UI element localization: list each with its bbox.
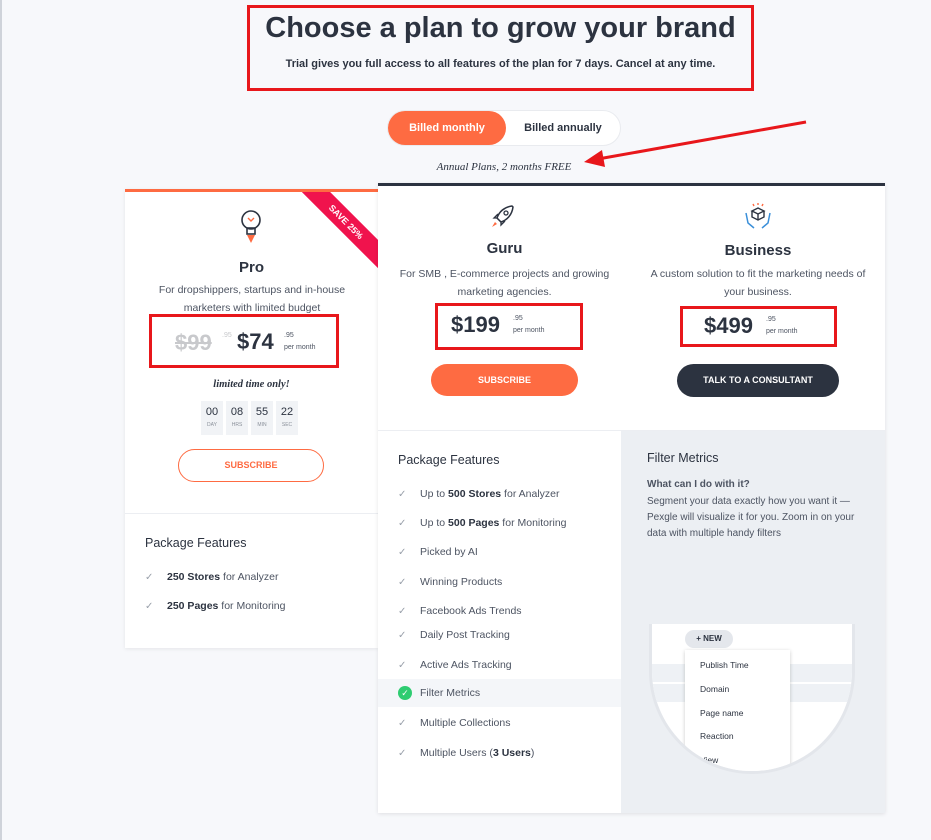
feature-detail-text: Segment your data exactly how you want i…	[647, 496, 855, 539]
per-month-guru: per month	[513, 327, 545, 334]
limited-time-label: limited time only!	[213, 379, 290, 390]
countdown-seconds: 22 SEC	[276, 401, 298, 435]
price-cents-pro: .95	[284, 332, 294, 339]
plan-description-guru: For SMB , E-commerce projects and growin…	[399, 268, 610, 298]
countdown-timer: 00 DAY 08 HRS 55 MIN 22 SEC	[201, 401, 301, 435]
feature-item: ✓ Up to 500 Pages for Monitoring	[398, 517, 567, 529]
feature-item: ✓ Active Ads Tracking	[398, 659, 512, 671]
dropdown-item: Page name	[700, 708, 744, 718]
price-pro: $74	[237, 329, 274, 354]
feature-item: ✓ Multiple Users (3 Users)	[398, 747, 535, 759]
check-icon: ✓	[145, 572, 154, 583]
hands-cube-icon	[745, 203, 771, 229]
feature-item-pro: ✓ 250 Stores for Analyzer	[145, 571, 279, 583]
per-month-pro: per month	[284, 344, 316, 351]
dropdown-item: Reaction	[700, 731, 734, 741]
countdown-hours: 08 HRS	[226, 401, 248, 435]
feature-item: ✓ Winning Products	[398, 576, 503, 588]
talk-to-consultant-button[interactable]: TALK TO A CONSULTANT	[677, 364, 839, 397]
annotation-arrow-icon	[584, 120, 807, 167]
per-month-business: per month	[766, 328, 798, 335]
check-icon: ✓	[398, 630, 407, 641]
plan-name-pro: Pro	[238, 259, 264, 276]
feature-detail-panel: Filter Metrics What can I do with it? Se…	[621, 431, 885, 813]
new-filter-button: + NEW	[685, 630, 733, 648]
plan-card-pro: SAVE 25% Pro For dropshippers, startups …	[125, 189, 378, 648]
feature-item-pro: ✓ 250 Pages for Monitoring	[145, 600, 286, 612]
price-cents-business: .95	[766, 316, 776, 323]
divider	[125, 513, 378, 514]
subscribe-button-guru[interactable]: SUBSCRIBE	[431, 364, 578, 396]
features-title-pro: Package Features	[145, 536, 247, 550]
feature-item: ✓ Daily Post Tracking	[398, 629, 510, 641]
check-circle-icon: ✓	[398, 686, 412, 700]
check-icon: ✓	[398, 660, 407, 671]
check-icon: ✓	[398, 489, 407, 500]
check-icon: ✓	[398, 577, 407, 588]
price-business: $499	[704, 313, 753, 338]
check-icon: ✓	[398, 748, 407, 759]
countdown-days: 00 DAY	[201, 401, 223, 435]
plan-name-guru: Guru	[486, 240, 523, 257]
features-title-big: Package Features	[398, 453, 500, 467]
price-guru: $199	[451, 312, 500, 337]
feature-item: ✓ Up to 500 Stores for Analyzer	[398, 488, 560, 500]
feature-detail-title: Filter Metrics	[647, 451, 719, 465]
check-icon: ✓	[398, 547, 407, 558]
check-icon: ✓	[145, 601, 154, 612]
plan-name-business: Business	[724, 242, 792, 259]
check-icon: ✓	[398, 606, 407, 617]
filter-illustration: + NEW Publish Time Domain Page name Reac…	[649, 624, 855, 774]
dropdown-item: Domain	[700, 684, 730, 694]
feature-item: ✓ Multiple Collections	[398, 717, 511, 729]
price-cents-guru: .95	[513, 315, 523, 322]
dropdown-item: View	[700, 755, 719, 765]
subscribe-button-pro[interactable]: SUBSCRIBE	[178, 449, 324, 482]
old-price-pro: $99	[175, 330, 212, 355]
lightbulb-rocket-icon	[241, 210, 261, 243]
feature-item-active[interactable]: ✓ Filter Metrics	[398, 686, 480, 700]
dropdown-item: Publish Time	[700, 660, 749, 670]
check-icon: ✓	[398, 718, 407, 729]
feature-detail-question: What can I do with it?	[647, 479, 750, 490]
plan-card-guru-business: Guru For SMB , E-commerce projects and g…	[378, 183, 885, 813]
feature-item: ✓ Picked by AI	[398, 546, 478, 558]
plan-description-business: A custom solution to fit the marketing n…	[650, 268, 866, 298]
old-price-cents-pro: .95	[222, 332, 232, 339]
rocket-icon	[492, 205, 514, 227]
check-icon: ✓	[398, 518, 407, 529]
plan-description-pro: For dropshippers, startups and in-house …	[158, 284, 346, 314]
feature-item: ✓ Facebook Ads Trends	[398, 605, 522, 617]
filter-dropdown-menu: Publish Time Domain Page name Reaction V…	[685, 650, 790, 771]
countdown-minutes: 55 MIN	[251, 401, 273, 435]
